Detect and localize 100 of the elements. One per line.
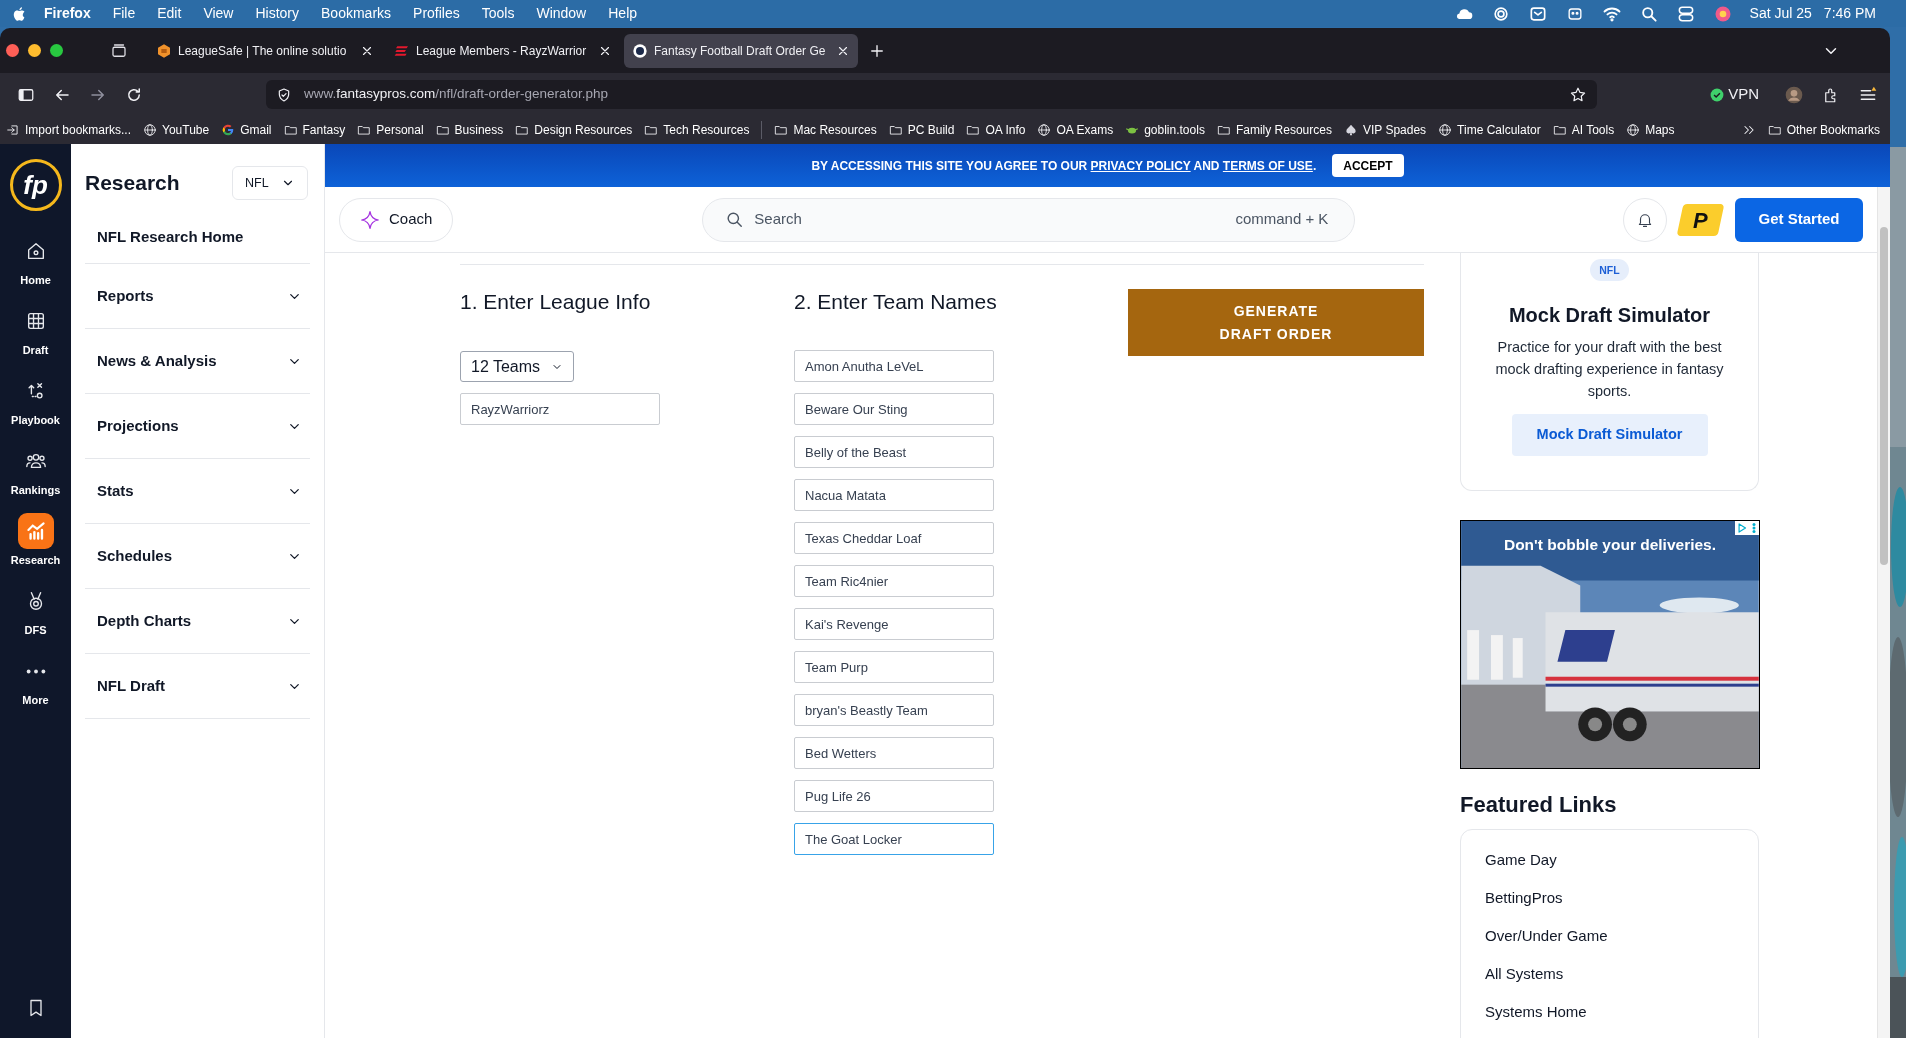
team-name-field[interactable]: Amon Anutha LeVeL	[794, 350, 994, 382]
star-icon[interactable]	[1569, 85, 1587, 104]
nav-rail-item[interactable]: Playbook	[0, 373, 71, 443]
featured-link[interactable]: Over/Under Game	[1485, 917, 1734, 955]
overflow-chevrons-icon[interactable]	[1741, 123, 1756, 137]
check-circle-icon	[1710, 87, 1725, 102]
bookmark-item[interactable]: Tech Resources	[644, 121, 750, 139]
sidebar-section[interactable]: Stats	[85, 459, 310, 524]
menu-item[interactable]: Edit	[157, 3, 182, 24]
globe-icon	[1626, 123, 1641, 137]
globe-icon	[1037, 123, 1052, 137]
team-name-field[interactable]: Texas Cheddar Loaf	[794, 522, 994, 554]
avatar-icon[interactable]	[1784, 84, 1804, 105]
zoom-window-button[interactable]	[50, 44, 63, 57]
tab-list-icon[interactable]	[110, 41, 128, 60]
sidebar-section[interactable]: Projections	[85, 394, 310, 459]
search-bar[interactable]: Search command + K	[702, 197, 1356, 242]
bookmark-item[interactable]: Family Resources	[1216, 121, 1332, 139]
sidebar-link[interactable]: NFL Research Home	[85, 212, 310, 264]
menu-item[interactable]: Bookmarks	[321, 3, 392, 24]
policy-link[interactable]: TERMS OF USE	[1222, 158, 1313, 173]
browser-tab[interactable]: League Members - RayzWarrior	[386, 33, 620, 68]
menu-item[interactable]: Tools	[481, 3, 515, 24]
bookmark-item[interactable]: Other Bookmarks	[1767, 121, 1880, 139]
team-name-field[interactable]: Team Ric4nier	[794, 565, 994, 597]
team-name-field[interactable]: Kai's Revenge	[794, 608, 994, 640]
bookmark-item[interactable]: Import bookmarks...	[6, 121, 132, 139]
team-name-field[interactable]: Pug Life 26	[794, 780, 994, 812]
vpn-button[interactable]: VPN	[1710, 83, 1759, 106]
generate-button[interactable]: GENERATE DRAFT ORDER	[1128, 289, 1424, 356]
featured-link[interactable]: Systems Home	[1485, 993, 1734, 1031]
team-name-field[interactable]: Nacua Matata	[794, 479, 994, 511]
team-name-field[interactable]: The Goat Locker	[794, 823, 994, 855]
team-name-field[interactable]: Team Purp	[794, 651, 994, 683]
bookmark-item[interactable]: Gmail	[221, 121, 272, 139]
team-name-field[interactable]: bryan's Beastly Team	[794, 694, 994, 726]
team-count-select[interactable]: 12 Teams	[460, 351, 574, 382]
featured-link[interactable]: BettingPros	[1485, 879, 1734, 917]
tab-title: LeagueSafe | The online solutio	[178, 42, 348, 60]
nav-rail-item[interactable]: More	[0, 653, 71, 723]
nav-rail-item[interactable]: Home	[0, 233, 71, 303]
ad-choices-icon[interactable]	[1735, 521, 1749, 535]
menu-item[interactable]: Window	[536, 3, 587, 24]
sidebar-section[interactable]: Depth Charts	[85, 589, 310, 654]
folder-icon	[515, 123, 530, 137]
nav-rail-item[interactable]: DFS	[0, 583, 71, 653]
get-started-button[interactable]: Get Started	[1735, 197, 1863, 242]
menu-item[interactable]: Help	[608, 3, 638, 24]
bookmark-item[interactable]: goblin.tools	[1125, 121, 1205, 139]
bookmark-item[interactable]: Business	[435, 121, 504, 139]
featured-link[interactable]: Game Day	[1485, 841, 1734, 879]
minimize-window-button[interactable]	[28, 44, 41, 57]
logo[interactable]: fp	[9, 159, 62, 211]
shortcut-hint: command + K	[1235, 209, 1329, 230]
scrollbar-thumb[interactable]	[1880, 227, 1888, 565]
close-window-button[interactable]	[6, 44, 19, 57]
browser-tab[interactable]: LeagueSafe | The online solutio	[148, 33, 382, 68]
sidebar-section[interactable]: Reports	[85, 264, 310, 329]
policy-link[interactable]: PRIVACY POLICY	[1090, 158, 1191, 173]
team-name-field[interactable]: Belly of the Beast	[794, 436, 994, 468]
bookmark-item[interactable]: YouTube	[143, 121, 210, 139]
sidebar-section[interactable]: News & Analysis	[85, 329, 310, 394]
bookmark-item[interactable]: OA Exams	[1037, 121, 1114, 139]
nav-rail-item[interactable]: Rankings	[0, 443, 71, 513]
consent-notice: BY ACCESSING THIS SITE YOU AGREE TO OUR PRIVACY POLICY AND TERMS OF USE.	[811, 157, 1317, 175]
shield-icon[interactable]	[276, 86, 292, 103]
team-name-field[interactable]: Beware Our Sting	[794, 393, 994, 425]
menu-item[interactable]: View	[203, 3, 234, 24]
bookmark-item[interactable]: Mac Resources	[774, 121, 877, 139]
app-menu[interactable]: Firefox	[44, 3, 91, 24]
sidebar-section[interactable]: Schedules	[85, 524, 310, 589]
nav-rail-item[interactable]: Draft	[0, 303, 71, 373]
folder-icon	[966, 123, 981, 137]
mock-draft-button[interactable]: Mock Draft Simulator	[1511, 414, 1708, 456]
bookmark-item[interactable]: Maps	[1626, 121, 1675, 139]
bookmark-item[interactable]: AI Tools	[1552, 121, 1615, 139]
reload-icon[interactable]	[125, 85, 143, 104]
team-name-field[interactable]: Bed Wetters	[794, 737, 994, 769]
bookmark-item[interactable]: OA Info	[966, 121, 1026, 139]
league-name-field[interactable]: RayzWarriorz	[460, 393, 660, 425]
bookmark-item[interactable]: PC Build	[888, 121, 955, 139]
bookmark-item[interactable]: Fantasy	[283, 121, 346, 139]
sidebar-section[interactable]: NFL Draft	[85, 654, 310, 719]
featured-link[interactable]: All Systems	[1485, 955, 1734, 993]
nav-rail-item[interactable]: Research	[0, 513, 71, 583]
browser-tab[interactable]: Fantasy Football Draft Order Ge	[624, 33, 858, 68]
menu-item[interactable]: Profiles	[413, 3, 460, 24]
bookmark-item[interactable]: VIP Spades	[1343, 121, 1427, 139]
search-field[interactable]: Search	[754, 208, 1236, 231]
accept-button[interactable]: ACCEPT	[1332, 154, 1404, 177]
menu-item[interactable]: File	[112, 3, 136, 24]
bookmark-item[interactable]: Time Calculator	[1438, 121, 1541, 139]
league-select[interactable]: NFL	[232, 166, 308, 200]
bookmark-item[interactable]: Personal	[357, 121, 424, 139]
bookmark-item[interactable]: Design Resources	[515, 121, 633, 139]
brand-logo[interactable]: P	[1676, 203, 1725, 236]
kebab-menu-icon[interactable]	[1749, 521, 1759, 535]
menu-item[interactable]: History	[255, 3, 300, 24]
folder-icon	[774, 123, 789, 137]
address-bar[interactable]: www.fantasypros.com/nfl/draft-order-generator.php	[266, 80, 1597, 109]
